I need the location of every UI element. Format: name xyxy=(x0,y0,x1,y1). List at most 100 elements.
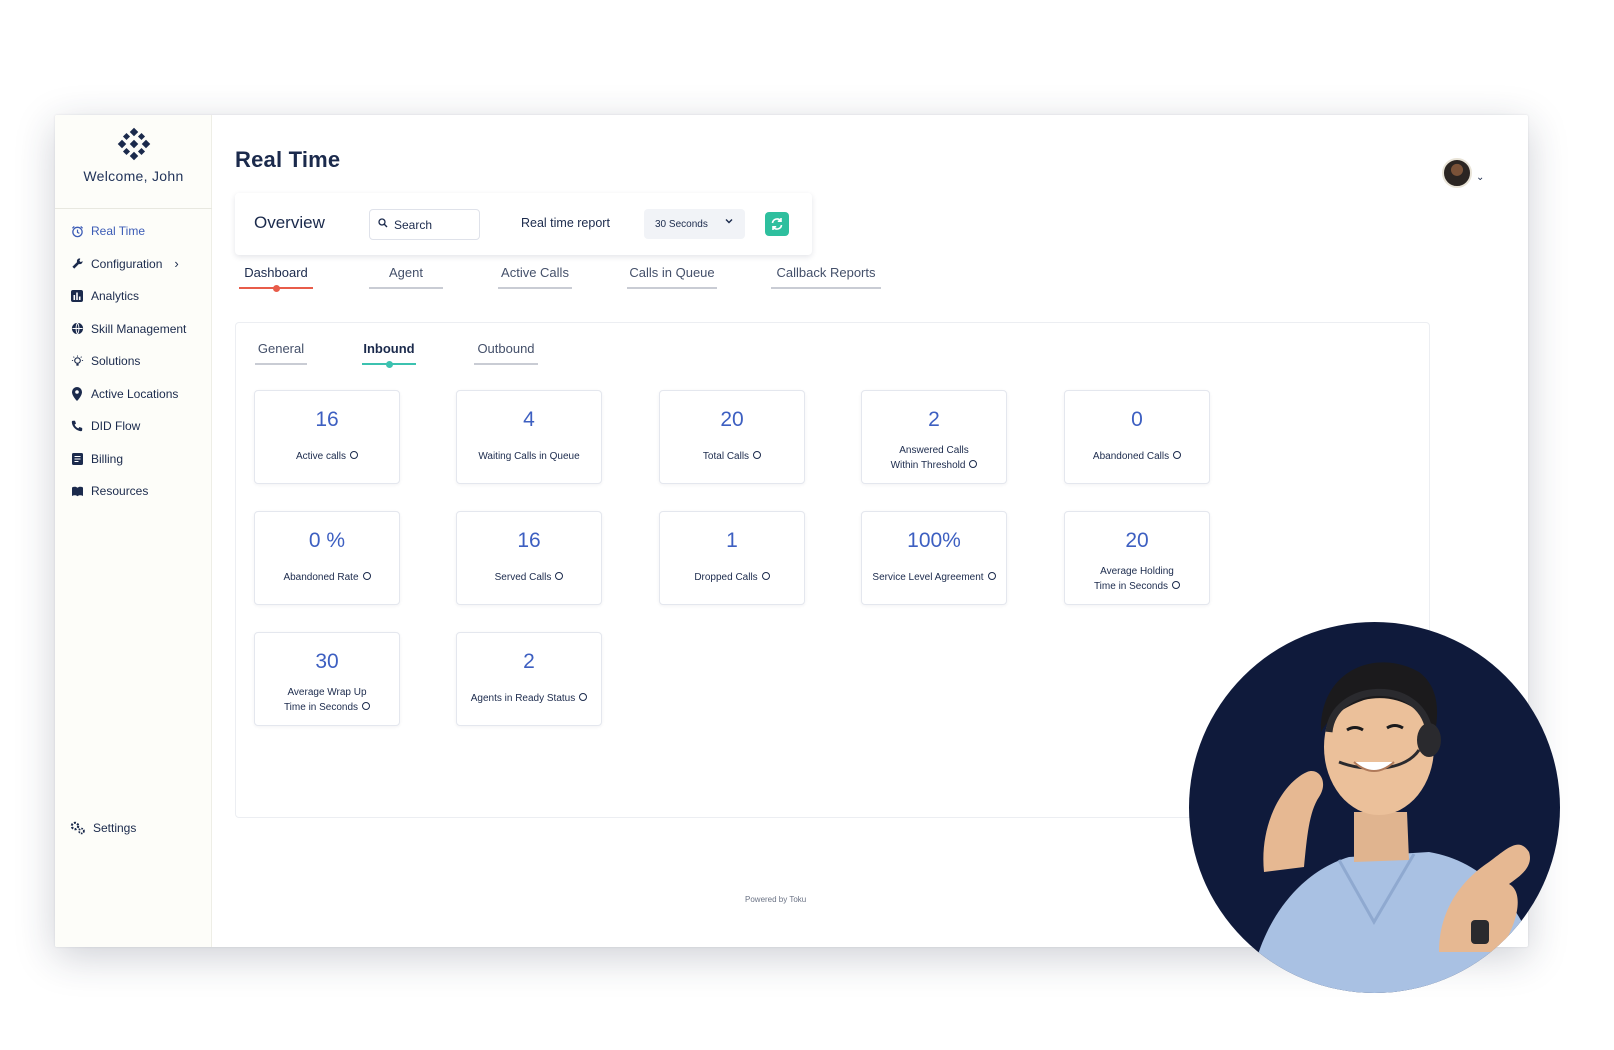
subtab-outbound[interactable]: Outbound xyxy=(474,341,538,365)
metric-value: 0 xyxy=(1131,408,1143,431)
metric-label: Abandoned Calls xyxy=(1071,449,1203,464)
info-icon[interactable] xyxy=(987,572,996,581)
phone-icon xyxy=(69,418,85,434)
sidebar-item-solutions[interactable]: Solutions xyxy=(55,345,212,378)
chevron-down-icon[interactable]: ⌄ xyxy=(1476,172,1484,183)
metric-label-text: Agents in Ready Status xyxy=(470,693,576,704)
metric-label-text: Abandoned Rate xyxy=(283,572,359,583)
sidebar-item-label: Configuration xyxy=(91,256,163,271)
sidebar: Welcome, John Real Time Configuration › xyxy=(55,115,212,947)
tab-callback-reports[interactable]: Callback Reports xyxy=(771,265,881,289)
metric-label-text: Total Calls xyxy=(702,451,750,462)
info-icon[interactable] xyxy=(362,572,371,581)
sidebar-item-label: Real Time xyxy=(91,224,146,239)
overview-toolbar: Overview Real time report 30 Seconds xyxy=(235,193,812,255)
gears-icon xyxy=(69,820,87,836)
sidebar-item-configuration[interactable]: Configuration › xyxy=(55,248,212,281)
metric-label: Total Calls xyxy=(666,449,798,464)
tab-calls-in-queue[interactable]: Calls in Queue xyxy=(627,265,717,289)
metric-card-abandoned-rate: 0 % Abandoned Rate xyxy=(254,511,400,605)
metric-value: 20 xyxy=(720,408,744,431)
info-icon[interactable] xyxy=(753,451,762,460)
info-icon[interactable] xyxy=(1172,581,1181,590)
metric-label-line2: Within Threshold xyxy=(890,460,966,471)
location-pin-icon xyxy=(69,386,85,402)
sidebar-item-label: Active Locations xyxy=(91,386,179,401)
subtab-label: Inbound xyxy=(363,341,415,356)
metric-label: Agents in Ready Status xyxy=(463,691,595,706)
sidebar-nav: Real Time Configuration › Analytics Skil… xyxy=(55,215,212,508)
metric-label: Dropped Calls xyxy=(666,570,798,585)
metric-card-served-calls: 16 Served Calls xyxy=(456,511,602,605)
metric-card-agents-ready: 2 Agents in Ready Status xyxy=(456,632,602,726)
metric-label: Average Wrap Up Time in Seconds xyxy=(261,685,393,715)
metric-card-abandoned-calls: 0 Abandoned Calls xyxy=(1064,390,1210,484)
metric-value: 16 xyxy=(315,408,339,431)
sidebar-item-label: Billing xyxy=(91,451,124,466)
sidebar-item-resources[interactable]: Resources xyxy=(55,475,212,508)
subtab-general[interactable]: General xyxy=(255,341,307,365)
metric-value: 1 xyxy=(726,529,738,552)
info-icon[interactable] xyxy=(555,572,564,581)
info-icon[interactable] xyxy=(579,693,588,702)
search-input[interactable] xyxy=(394,217,472,232)
metric-label-text: Waiting Calls in Queue xyxy=(478,451,580,462)
settings-label: Settings xyxy=(93,821,137,835)
sidebar-item-real-time[interactable]: Real Time xyxy=(55,215,212,248)
metric-value: 4 xyxy=(523,408,535,431)
metric-value: 16 xyxy=(517,529,541,552)
refresh-button[interactable] xyxy=(765,212,789,236)
info-icon[interactable] xyxy=(1173,451,1182,460)
receipt-icon xyxy=(69,451,85,467)
tab-dashboard[interactable]: Dashboard xyxy=(239,265,313,292)
metric-card-answered-within-threshold: 2 Answered Calls Within Threshold xyxy=(861,390,1007,484)
subtab-label: Outbound xyxy=(477,341,535,356)
sidebar-item-label: Analytics xyxy=(91,289,140,304)
avatar[interactable] xyxy=(1442,158,1472,188)
metric-card-total-calls: 20 Total Calls xyxy=(659,390,805,484)
metric-label: Service Level Agreement xyxy=(868,570,1000,585)
sidebar-item-label: Resources xyxy=(91,484,149,499)
chevron-right-icon: › xyxy=(174,256,179,272)
metric-label-line2: Time in Seconds xyxy=(283,702,359,713)
report-interval-value: 30 Seconds xyxy=(655,218,708,230)
metric-card-service-level-agreement: 100% Service Level Agreement xyxy=(861,511,1007,605)
metric-label: Served Calls xyxy=(463,570,595,585)
metric-card-average-wrap-up-time: 30 Average Wrap Up Time in Seconds xyxy=(254,632,400,726)
info-icon[interactable] xyxy=(969,460,978,469)
active-subtab-indicator xyxy=(385,361,393,368)
sidebar-item-active-locations[interactable]: Active Locations xyxy=(55,378,212,411)
refresh-icon xyxy=(771,218,783,230)
globe-icon xyxy=(69,321,85,337)
tab-label: Dashboard xyxy=(244,265,308,280)
sidebar-item-analytics[interactable]: Analytics xyxy=(55,280,212,313)
metric-value: 0 % xyxy=(308,529,346,552)
stage: Welcome, John Real Time Configuration › xyxy=(0,0,1614,1050)
alarm-clock-icon xyxy=(69,223,85,239)
tab-agent[interactable]: Agent xyxy=(369,265,443,289)
info-icon[interactable] xyxy=(350,451,358,460)
metric-value: 30 xyxy=(315,650,339,673)
sidebar-item-skill-management[interactable]: Skill Management xyxy=(55,313,212,346)
tab-active-calls[interactable]: Active Calls xyxy=(498,265,572,289)
info-icon[interactable] xyxy=(761,572,770,581)
sidebar-item-did-flow[interactable]: DID Flow xyxy=(55,410,212,443)
brand-logo-icon xyxy=(117,127,151,161)
sidebar-item-billing[interactable]: Billing xyxy=(55,443,212,476)
metric-label-text: Served Calls xyxy=(494,572,552,583)
report-interval-select[interactable]: 30 Seconds xyxy=(644,209,745,239)
tab-label: Active Calls xyxy=(501,265,569,280)
tab-label: Callback Reports xyxy=(776,265,876,280)
bar-chart-icon xyxy=(69,288,85,304)
lightbulb-icon xyxy=(69,353,85,369)
powered-by-footer: Powered by Toku xyxy=(745,895,807,904)
metric-card-average-holding-time: 20 Average Holding Time in Seconds xyxy=(1064,511,1210,605)
sidebar-item-label: Solutions xyxy=(91,354,141,369)
search-box[interactable] xyxy=(369,209,480,240)
info-icon[interactable] xyxy=(362,702,371,711)
wrench-icon xyxy=(69,256,85,272)
metric-value: 2 xyxy=(523,650,535,673)
sidebar-item-settings[interactable]: Settings xyxy=(69,820,136,836)
sidebar-divider xyxy=(55,208,212,209)
subtab-inbound[interactable]: Inbound xyxy=(362,341,416,368)
